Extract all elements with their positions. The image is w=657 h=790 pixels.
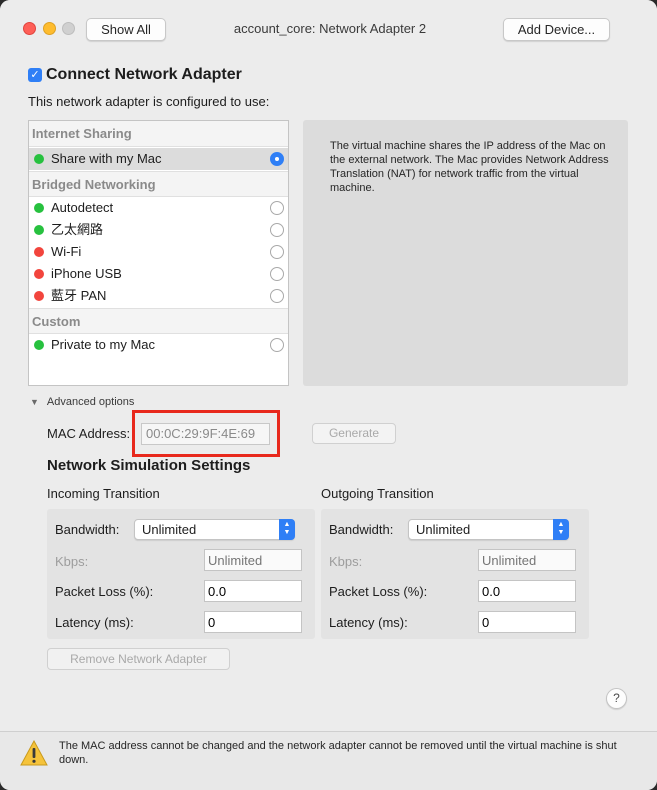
status-dot-icon bbox=[34, 225, 44, 235]
list-item-label: Private to my Mac bbox=[51, 337, 156, 352]
list-item-label: 藍牙 PAN bbox=[51, 288, 107, 303]
kbps-label: Kbps: bbox=[329, 554, 363, 569]
radio-bluetooth-pan[interactable] bbox=[270, 289, 284, 303]
list-item-private-to-my-mac[interactable]: Private to my Mac bbox=[29, 334, 288, 356]
list-item-ethernet[interactable]: 乙太網路 bbox=[29, 219, 288, 241]
incoming-packet-loss-input[interactable] bbox=[204, 580, 302, 602]
list-item-autodetect[interactable]: Autodetect bbox=[29, 197, 288, 219]
advanced-options-label: Advanced options bbox=[46, 396, 135, 408]
radio-wifi[interactable] bbox=[270, 245, 284, 259]
radio-private-to-my-mac[interactable] bbox=[270, 338, 284, 352]
packet-loss-label: Packet Loss (%): bbox=[329, 584, 428, 599]
list-item-share-with-my-mac[interactable]: Share with my Mac bbox=[29, 148, 288, 170]
status-dot-icon bbox=[34, 203, 44, 213]
radio-ethernet[interactable] bbox=[270, 223, 284, 237]
incoming-kbps-input[interactable] bbox=[204, 549, 302, 571]
warning-bar: The MAC address cannot be changed and th… bbox=[0, 731, 657, 790]
status-dot-icon bbox=[34, 247, 44, 257]
bandwidth-label: Bandwidth: bbox=[55, 522, 120, 537]
section-header-bridged-networking: Bridged Networking bbox=[29, 171, 288, 197]
incoming-transition-title: Incoming Transition bbox=[47, 486, 160, 501]
network-list: Internet Sharing Share with my Mac Bridg… bbox=[28, 120, 289, 386]
list-item-label: Share with my Mac bbox=[51, 151, 162, 166]
select-chevron-icon[interactable]: ▲ ▼ bbox=[279, 519, 295, 540]
show-all-button[interactable]: Show All bbox=[86, 18, 166, 41]
advanced-options-toggle[interactable]: ▼ Advanced options bbox=[30, 396, 134, 408]
radio-autodetect[interactable] bbox=[270, 201, 284, 215]
latency-label: Latency (ms): bbox=[55, 615, 134, 630]
incoming-bandwidth-select[interactable]: Unlimited ▲ ▼ bbox=[134, 519, 295, 540]
packet-loss-label: Packet Loss (%): bbox=[55, 584, 154, 599]
configured-to-use-text: This network adapter is configured to us… bbox=[28, 94, 270, 109]
status-dot-icon bbox=[34, 291, 44, 301]
disclosure-triangle-icon[interactable]: ▼ bbox=[30, 397, 39, 407]
outgoing-kbps-input[interactable] bbox=[478, 549, 576, 571]
close-window-button[interactable] bbox=[23, 22, 36, 35]
settings-window: Show All account_core: Network Adapter 2… bbox=[0, 0, 657, 790]
minimize-window-button[interactable] bbox=[43, 22, 56, 35]
outgoing-settings-panel: Bandwidth: Unlimited ▲▼ Kbps: Packet Los… bbox=[321, 509, 589, 639]
status-dot-icon bbox=[34, 154, 44, 164]
connect-adapter-label[interactable]: Connect Network Adapter bbox=[46, 66, 242, 84]
list-item-label: iPhone USB bbox=[51, 266, 122, 281]
list-item-label: Autodetect bbox=[51, 200, 114, 215]
list-item-iphone-usb[interactable]: iPhone USB bbox=[29, 263, 288, 285]
outgoing-bandwidth-value: Unlimited bbox=[416, 522, 471, 537]
outgoing-transition-title: Outgoing Transition bbox=[321, 486, 434, 501]
mac-address-label: MAC Address: bbox=[47, 426, 131, 441]
generate-button[interactable]: Generate bbox=[312, 423, 396, 444]
outgoing-bandwidth-select[interactable]: Unlimited ▲ ▼ bbox=[408, 519, 569, 540]
list-item-label: 乙太網路 bbox=[51, 222, 104, 237]
kbps-label: Kbps: bbox=[55, 554, 89, 569]
zoom-window-button[interactable] bbox=[62, 22, 75, 35]
remove-network-adapter-button[interactable]: Remove Network Adapter bbox=[47, 648, 230, 670]
list-item-label: Wi-Fi bbox=[51, 244, 82, 259]
list-item-wifi[interactable]: Wi-Fi bbox=[29, 241, 288, 263]
mac-address-highlight bbox=[132, 410, 280, 457]
status-dot-icon bbox=[34, 340, 44, 350]
outgoing-packet-loss-input[interactable] bbox=[478, 580, 576, 602]
connect-adapter-checkbox[interactable]: ✓ bbox=[28, 68, 42, 82]
add-device-button[interactable]: Add Device... bbox=[503, 18, 610, 41]
section-header-custom: Custom bbox=[29, 308, 288, 334]
network-description-text: The virtual machine shares the IP addres… bbox=[330, 140, 609, 194]
incoming-bandwidth-value: Unlimited bbox=[142, 522, 197, 537]
outgoing-latency-input[interactable] bbox=[478, 611, 576, 633]
latency-label: Latency (ms): bbox=[329, 615, 408, 630]
warning-text: The MAC address cannot be changed and th… bbox=[59, 740, 617, 766]
incoming-latency-input[interactable] bbox=[204, 611, 302, 633]
network-description-panel: The virtual machine shares the IP addres… bbox=[303, 120, 628, 386]
status-dot-icon bbox=[34, 269, 44, 279]
simulation-settings-title: Network Simulation Settings bbox=[47, 457, 251, 474]
help-button[interactable]: ? bbox=[606, 688, 627, 709]
select-chevron-icon[interactable]: ▲ ▼ bbox=[553, 519, 569, 540]
list-item-bluetooth-pan[interactable]: 藍牙 PAN bbox=[29, 285, 288, 307]
bandwidth-label: Bandwidth: bbox=[329, 522, 394, 537]
warning-icon bbox=[20, 740, 48, 766]
radio-share-with-my-mac[interactable] bbox=[270, 152, 284, 166]
radio-iphone-usb[interactable] bbox=[270, 267, 284, 281]
section-header-internet-sharing: Internet Sharing bbox=[29, 121, 288, 147]
title-bar: Show All account_core: Network Adapter 2… bbox=[0, 0, 657, 58]
incoming-settings-panel: Bandwidth: Unlimited ▲▼ Kbps: Packet Los… bbox=[47, 509, 315, 639]
window-title: account_core: Network Adapter 2 bbox=[233, 21, 427, 36]
